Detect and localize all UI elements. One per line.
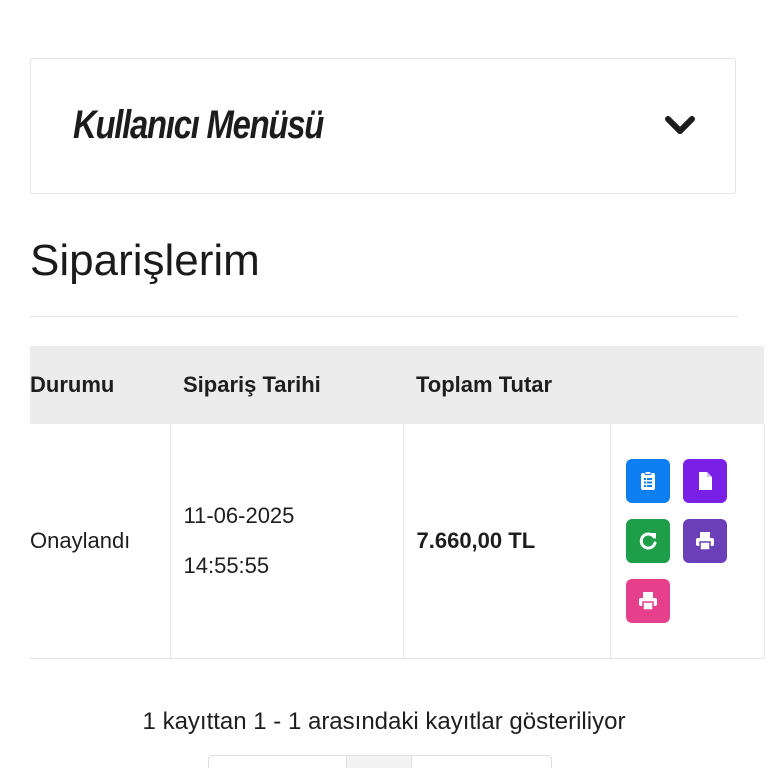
chevron-down-icon[interactable] <box>663 111 697 141</box>
pagination-next[interactable] <box>412 756 551 768</box>
order-details-button[interactable] <box>625 459 670 503</box>
user-menu-title: Kullanıcı Menüsü <box>73 103 324 147</box>
records-info: 1 kayıttan 1 - 1 arasındaki kayıtlar gös… <box>142 708 626 735</box>
print-icon <box>638 592 657 611</box>
header-status: Durumu <box>30 346 170 424</box>
order-time: 14:55:55 <box>183 553 270 578</box>
order-total-cell: 7.660,00 TL <box>403 424 611 659</box>
order-date: 11-06-2025 <box>183 503 295 528</box>
invoice-document-button[interactable] <box>682 459 727 503</box>
orders-table: Durumu Sipariş Tarihi Toplam Tutar Onayl… <box>30 346 765 659</box>
header-total-amount: Toplam Tutar <box>403 346 610 424</box>
print-icon <box>695 532 714 551</box>
orders-page: Kullanıcı Menüsü Siparişlerim Durumu Sip… <box>0 0 768 768</box>
table-row: Onaylandı 11-06-2025 14:55:55 7.660,00 T… <box>30 424 765 659</box>
pagination-previous[interactable] <box>209 756 348 768</box>
order-actions-cell <box>610 424 765 659</box>
order-date-cell: 11-06-2025 14:55:55 <box>169 424 404 659</box>
order-total: 7.660,00 TL <box>416 528 536 553</box>
user-menu-toggle[interactable]: Kullanıcı Menüsü <box>30 58 736 194</box>
print-receipt-button[interactable] <box>625 579 670 623</box>
header-order-date: Sipariş Tarihi <box>170 346 403 424</box>
pagination-current-page[interactable] <box>347 756 412 768</box>
order-actions <box>611 459 764 623</box>
order-details-icon <box>640 471 655 490</box>
invoice-document-icon <box>698 472 712 490</box>
header-actions <box>610 346 764 424</box>
reorder-button[interactable] <box>625 519 670 563</box>
table-header-row: Durumu Sipariş Tarihi Toplam Tutar <box>30 346 764 424</box>
page-title: Siparişlerim <box>30 236 260 285</box>
pagination <box>208 755 552 768</box>
print-button[interactable] <box>682 519 727 563</box>
title-divider <box>30 316 738 317</box>
refresh-icon <box>639 532 656 550</box>
order-status: Onaylandı <box>30 424 170 659</box>
